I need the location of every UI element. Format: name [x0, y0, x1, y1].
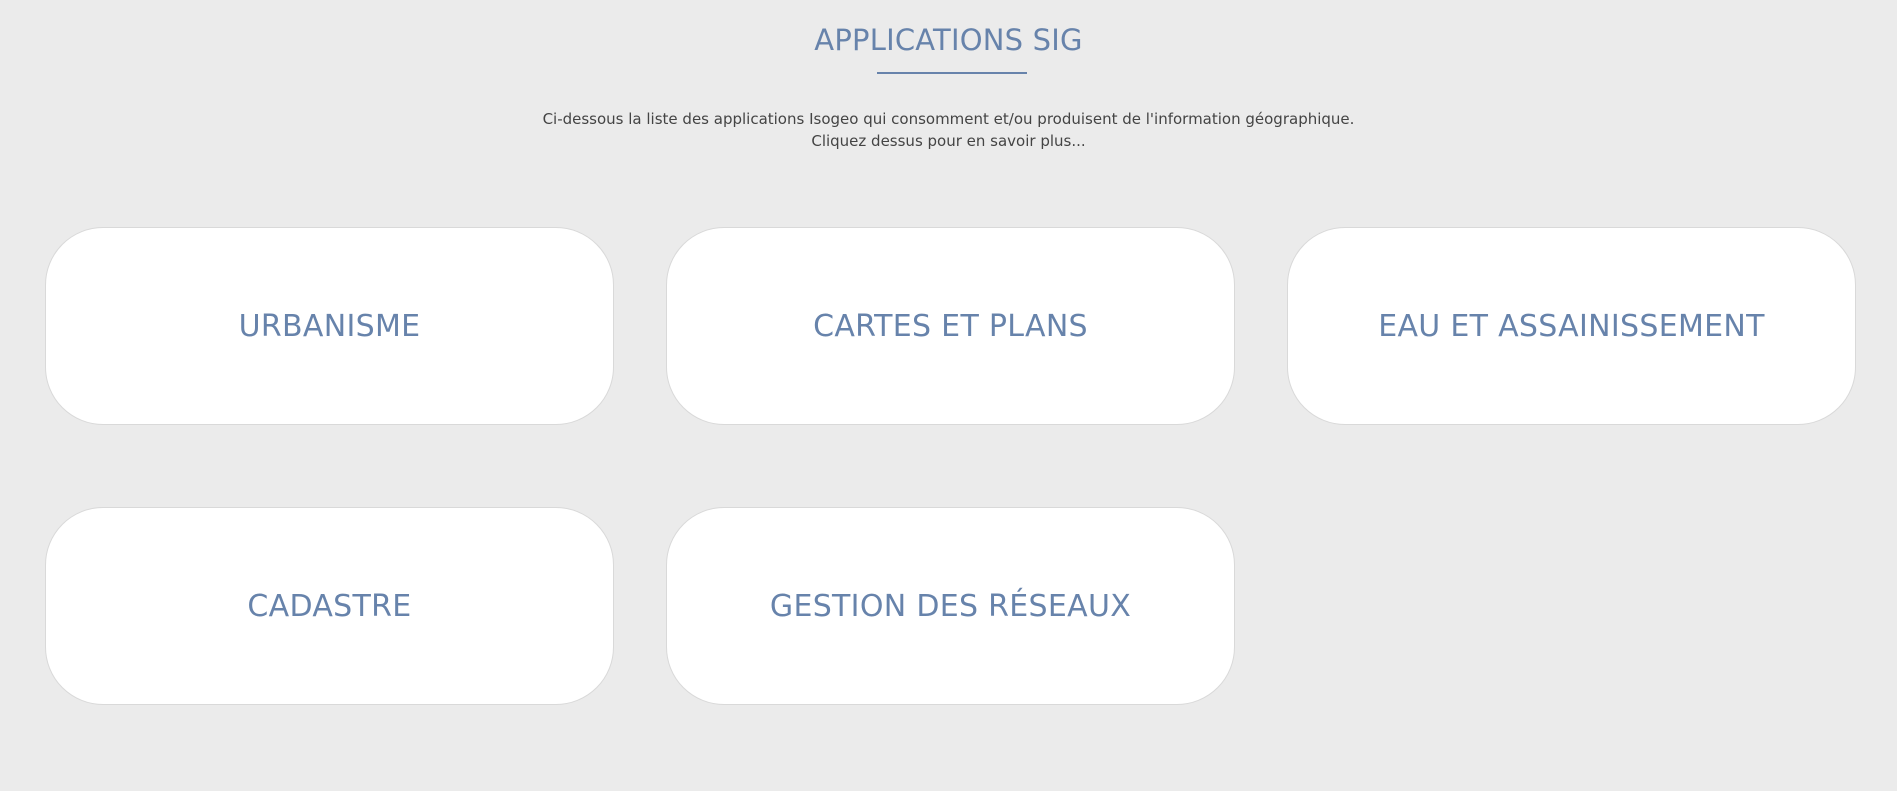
card-urbanisme[interactable]: URBANISME [45, 227, 614, 425]
card-label: EAU ET ASSAINISSEMENT [1378, 308, 1765, 344]
card-label: GESTION DES RÉSEAUX [769, 588, 1132, 624]
page-title: APPLICATIONS SIG [814, 23, 1083, 57]
card-gestion-des-reseaux[interactable]: GESTION DES RÉSEAUX [666, 507, 1235, 705]
card-eau-et-assainissement[interactable]: EAU ET ASSAINISSEMENT [1287, 227, 1856, 425]
card-cadastre[interactable]: CADASTRE [45, 507, 614, 705]
intro-line-1: Ci-dessous la liste des applications Iso… [542, 110, 1355, 128]
title-underline [877, 72, 1027, 74]
card-cartes-et-plans[interactable]: CARTES ET PLANS [666, 227, 1235, 425]
card-label: URBANISME [238, 308, 421, 344]
intro-text: Ci-dessous la liste des applications Iso… [0, 108, 1897, 152]
card-label: CADASTRE [247, 588, 412, 624]
card-label: CARTES ET PLANS [813, 308, 1088, 344]
intro-line-2: Cliquez dessus pour en savoir plus... [811, 132, 1086, 150]
